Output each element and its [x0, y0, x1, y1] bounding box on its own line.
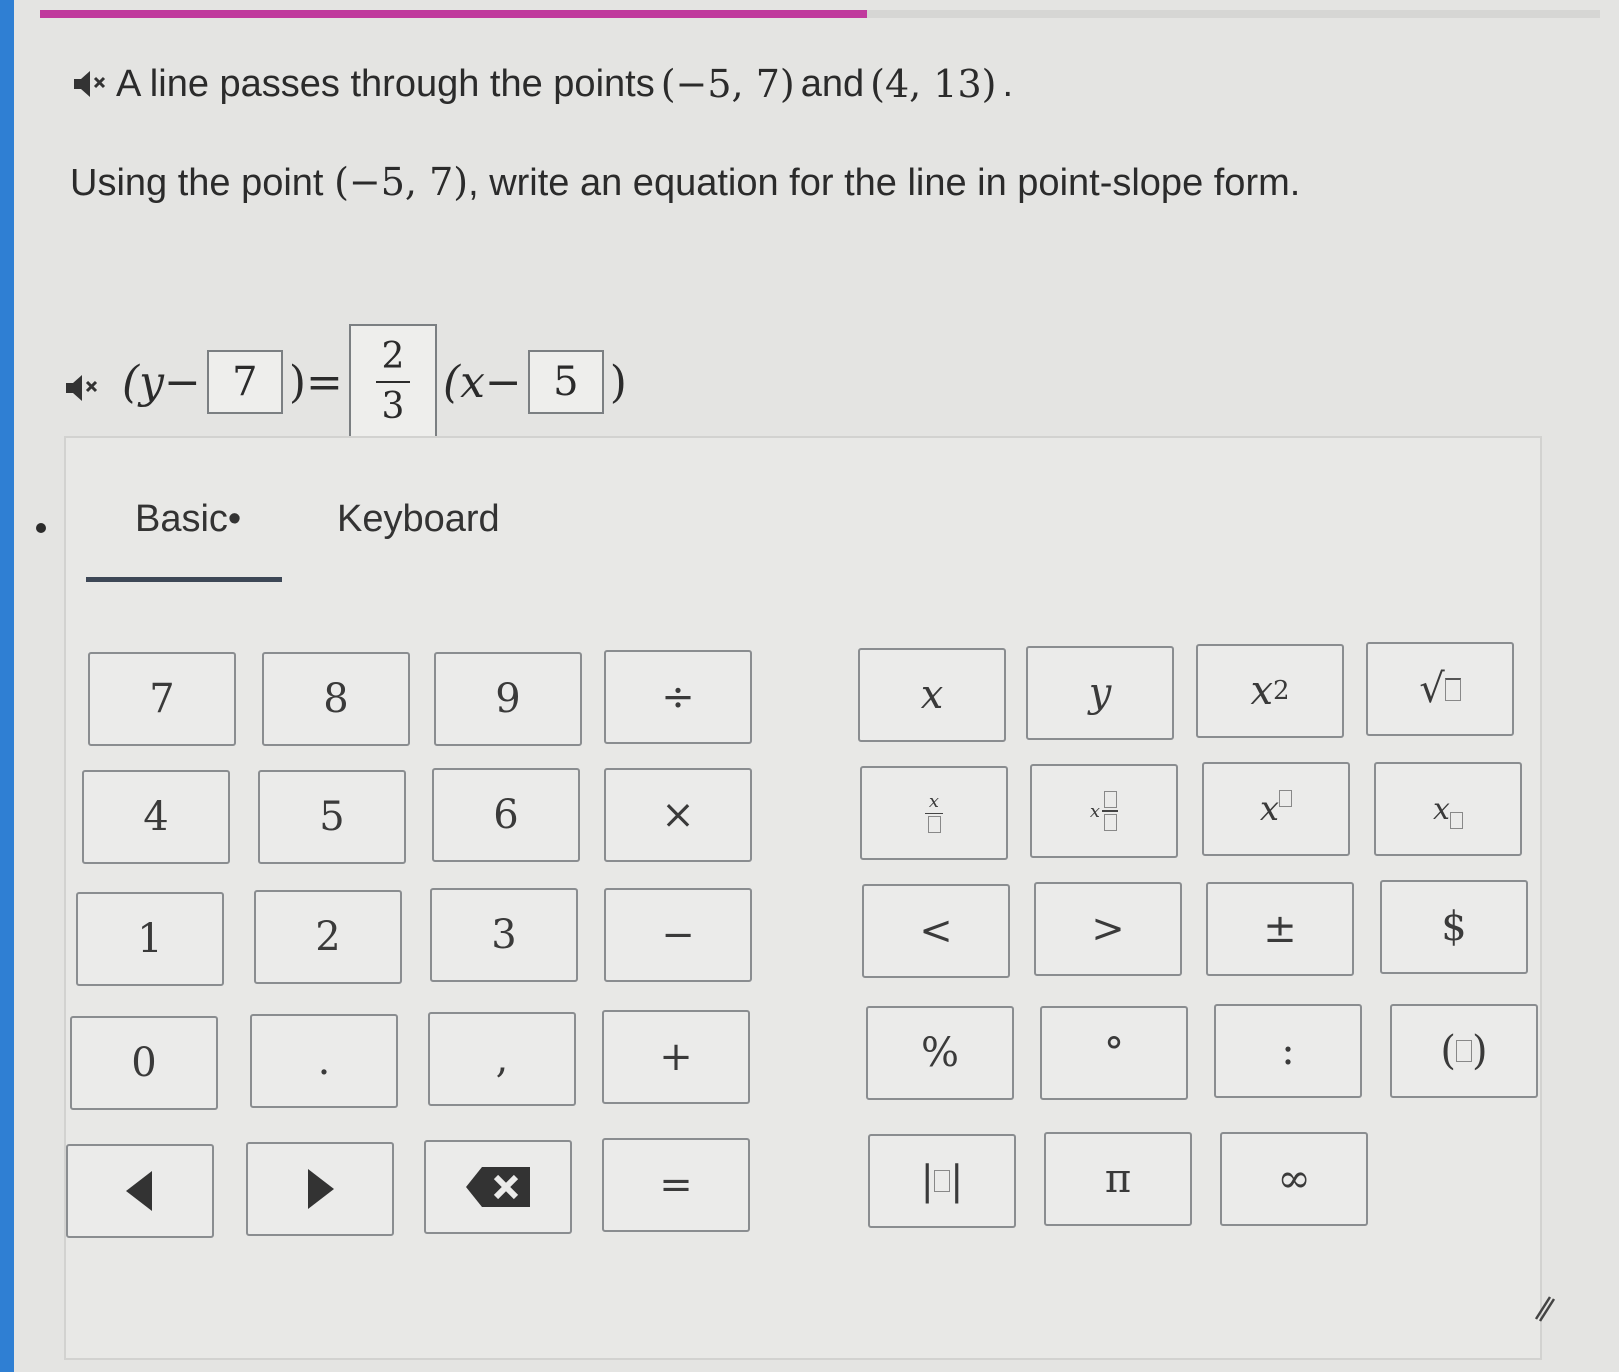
instruction-point: (−5, 7)	[334, 160, 469, 204]
key-3[interactable]: 3	[430, 888, 578, 982]
key-colon[interactable]: :	[1214, 1004, 1362, 1098]
tab-basic[interactable]: Basic•	[135, 498, 241, 541]
answer-box-slope[interactable]: 2 3	[348, 324, 437, 440]
key-divide[interactable]: ÷	[604, 650, 752, 744]
equation-mid: )=	[288, 356, 343, 408]
point-1: (−5, 7)	[660, 62, 795, 106]
mixed-whole: x	[1089, 800, 1101, 822]
key-equals[interactable]: =	[602, 1138, 750, 1232]
equation-close: )	[609, 356, 627, 408]
key-dollar[interactable]: $	[1380, 880, 1528, 974]
and-text: and	[800, 62, 865, 105]
key-comma[interactable]: ,	[428, 1012, 576, 1106]
key-less-than[interactable]: <	[862, 884, 1010, 978]
speaker-mute-icon[interactable]	[70, 67, 110, 101]
key-backspace[interactable]	[424, 1140, 572, 1234]
subscript-placeholder	[1449, 811, 1463, 829]
arrow-right-icon	[308, 1169, 334, 1209]
backspace-icon	[466, 1167, 530, 1207]
key-5[interactable]: 5	[258, 770, 406, 864]
key-absolute-value[interactable]: | |	[868, 1134, 1016, 1228]
key-cursor-right[interactable]	[246, 1142, 394, 1236]
equation-x-part: (x−	[442, 356, 522, 408]
key-x[interactable]: x	[858, 648, 1006, 742]
progress-fill	[40, 10, 867, 18]
key-subtract[interactable]: −	[604, 888, 752, 982]
slope-numerator: 2	[381, 336, 405, 377]
question-line-1: A line passes through the points (−5, 7)…	[70, 62, 1013, 106]
period: .	[1002, 62, 1014, 105]
mixed-den-placeholder	[1103, 813, 1117, 831]
fraction-numerator: x	[928, 790, 940, 812]
key-degree[interactable]: °	[1040, 1006, 1188, 1100]
equation-open: (y−	[122, 356, 201, 408]
answer-box-x1[interactable]: 5	[527, 350, 604, 414]
key-9[interactable]: 9	[434, 652, 582, 746]
key-x-squared[interactable]: x2	[1196, 644, 1344, 738]
key-square-root[interactable]: √	[1366, 642, 1514, 736]
tab-basic-label: Basic	[135, 498, 228, 540]
paren-close: )	[1472, 1028, 1488, 1074]
key-cursor-left[interactable]	[66, 1144, 214, 1238]
left-accent-bar	[0, 0, 14, 1372]
key-infinity[interactable]: ∞	[1220, 1132, 1368, 1226]
x-squared-base: x	[1250, 668, 1273, 714]
answer-equation: (y− 7 )= 2 3 (x− 5 )	[62, 322, 629, 442]
mixed-num-placeholder	[1103, 791, 1117, 809]
key-7[interactable]: 7	[88, 652, 236, 746]
pen-icon[interactable]	[1532, 1293, 1556, 1323]
key-parentheses[interactable]: ()	[1390, 1004, 1538, 1098]
key-4[interactable]: 4	[82, 770, 230, 864]
paren-open: (	[1440, 1028, 1456, 1074]
abs-placeholder	[934, 1170, 950, 1192]
sqrt-placeholder	[1444, 677, 1461, 701]
tab-keyboard[interactable]: Keyboard	[337, 498, 500, 541]
active-tab-underline	[86, 577, 282, 582]
paren-placeholder	[1456, 1040, 1472, 1062]
key-decimal-point[interactable]: .	[250, 1014, 398, 1108]
subscript-base: x	[1433, 791, 1450, 827]
tab-basic-marker: •	[227, 498, 242, 540]
power-placeholder	[1279, 789, 1293, 807]
speaker-mute-icon[interactable]	[62, 365, 102, 401]
slope-denominator: 3	[381, 386, 405, 427]
key-greater-than[interactable]: >	[1034, 882, 1182, 976]
abs-open: |	[920, 1158, 934, 1204]
key-power[interactable]: x	[1202, 762, 1350, 856]
key-y[interactable]: y	[1026, 646, 1174, 740]
instruction-prefix: Using the point	[70, 162, 324, 204]
question-text: A line passes through the points	[116, 62, 655, 105]
answer-box-y1[interactable]: 7	[206, 350, 283, 414]
key-subscript[interactable]: x	[1374, 762, 1522, 856]
key-2[interactable]: 2	[254, 890, 402, 984]
key-mixed-number[interactable]: x	[1030, 764, 1178, 858]
instruction-suffix: , write an equation for the line in poin…	[468, 162, 1301, 204]
arrow-left-icon	[126, 1171, 152, 1211]
key-fraction[interactable]: x	[860, 766, 1008, 860]
key-plus-minus[interactable]: ±	[1206, 882, 1354, 976]
tab-indicator-dot	[36, 523, 46, 533]
key-8[interactable]: 8	[262, 652, 410, 746]
key-add[interactable]: +	[602, 1010, 750, 1104]
key-6[interactable]: 6	[432, 768, 580, 862]
key-pi[interactable]: π	[1044, 1132, 1192, 1226]
point-2: (4, 13)	[870, 62, 997, 106]
power-base: x	[1259, 789, 1280, 829]
progress-bar	[40, 10, 1600, 18]
key-1[interactable]: 1	[76, 892, 224, 986]
abs-close: |	[950, 1158, 964, 1204]
key-0[interactable]: 0	[70, 1016, 218, 1110]
sqrt-symbol: √	[1419, 666, 1445, 712]
fraction-bar	[375, 381, 410, 383]
x-squared-exponent: 2	[1273, 676, 1290, 706]
key-multiply[interactable]: ×	[604, 768, 752, 862]
fraction-placeholder	[927, 816, 941, 834]
key-percent[interactable]: %	[866, 1006, 1014, 1100]
question-line-2: Using the point (−5, 7), write an equati…	[70, 160, 1300, 205]
